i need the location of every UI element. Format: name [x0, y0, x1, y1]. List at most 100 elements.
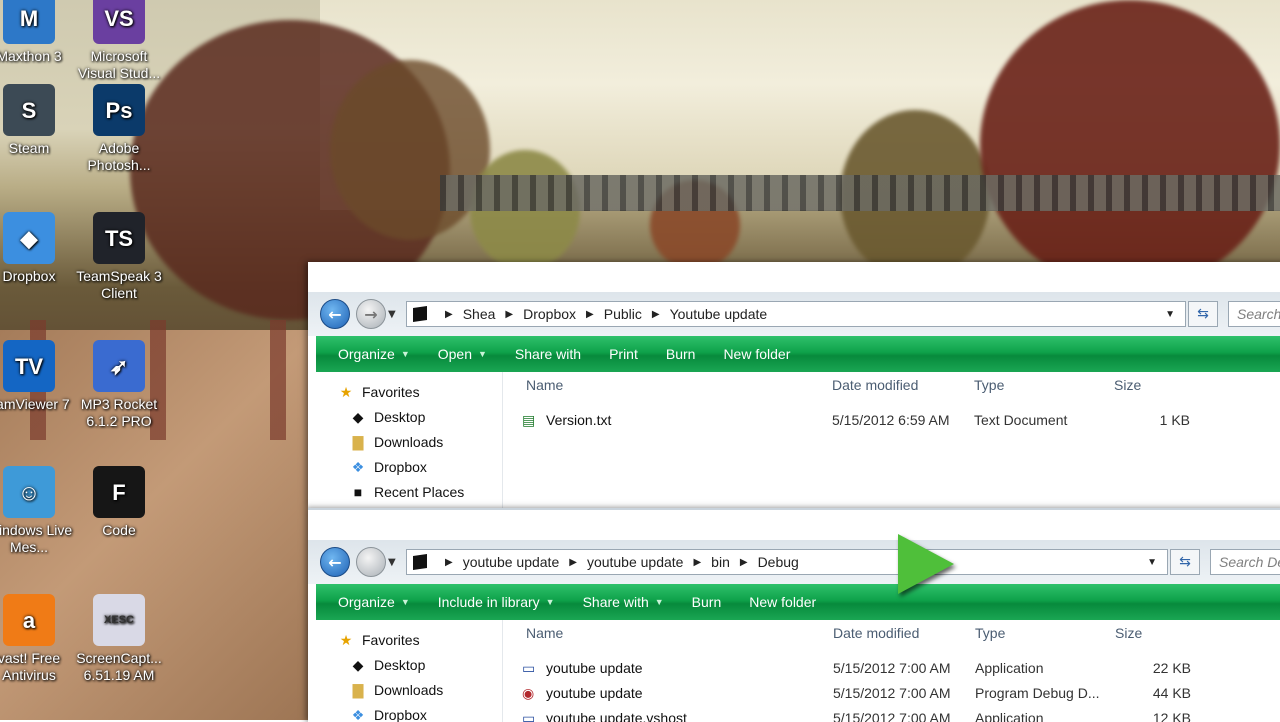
dropbox-icon: ❖ — [351, 458, 365, 475]
file-name: Version.txt — [546, 412, 612, 428]
desktop-shortcut[interactable]: ◆ Dropbox — [0, 212, 74, 285]
chevron-down-icon: ▼ — [654, 597, 664, 607]
application-icon: ▭ — [522, 660, 536, 676]
recent-pages-dropdown[interactable]: ▼ — [388, 309, 400, 320]
nav-item-desktop[interactable]: ◆ Desktop — [350, 656, 426, 674]
wallpaper-tree — [980, 0, 1280, 290]
toolbar-organize-button[interactable]: Organize ▼ — [316, 584, 424, 620]
desktop-shortcut[interactable]: F Code — [74, 466, 164, 539]
address-bar[interactable]: ▶ Shea ▶ Dropbox ▶ Public ▶ Youtube upda… — [406, 301, 1186, 327]
forward-button[interactable]: → — [356, 299, 386, 329]
toolbar-organize-button[interactable]: Organize ▼ — [316, 336, 424, 372]
back-button[interactable]: ← — [320, 547, 350, 577]
back-button[interactable]: ← — [320, 299, 350, 329]
file-row[interactable]: ◉ youtube update 5/15/2012 7:00 AM Program … — [516, 681, 1280, 705]
desktop-shortcut[interactable]: Ps Adobe Photosh... — [74, 84, 164, 174]
column-header-name[interactable]: Name — [526, 372, 563, 398]
chevron-right-icon: ▶ — [505, 308, 514, 320]
forward-arrow-icon: → — [364, 304, 378, 324]
toolbar-new-folder-button[interactable]: New folder — [735, 584, 830, 620]
desktop-shortcut[interactable]: S Steam — [0, 84, 74, 157]
chevron-right-icon: ▶ — [445, 556, 453, 568]
file-row[interactable]: ▭ youtube update 5/15/2012 7:00 AM Applicat… — [516, 656, 1280, 680]
window-body: ★ Favorites ◆ Desktop ▇ Downloads ❖ Dropbox ■ Rec… — [316, 372, 1280, 508]
column-header-type[interactable]: Type — [974, 372, 1004, 398]
desktop-shortcut[interactable]: a vast! Free Antivirus — [0, 594, 74, 684]
search-input[interactable]: Search Youtube update — [1228, 301, 1280, 327]
file-row[interactable]: ▤ Version.txt 5/15/2012 6:59 AM Text Docume… — [516, 408, 1280, 432]
breadcrumb-item[interactable]: Public — [604, 306, 642, 322]
refresh-button[interactable]: ⇆ — [1188, 301, 1218, 327]
toolbar-include-in-library-button[interactable]: Include in library ▼ — [424, 584, 569, 620]
toolbar-share-with-button[interactable]: Share with ▼ — [569, 584, 678, 620]
nav-item-label: Dropbox — [374, 459, 427, 475]
nav-item-downloads[interactable]: ▇ Downloads — [350, 434, 444, 451]
toolbar-new-folder-button[interactable]: New folder — [709, 336, 804, 372]
breadcrumb-item[interactable]: youtube update — [587, 554, 684, 570]
debug-database-icon: ◉ — [522, 685, 535, 701]
desktop-shortcut-label: Steam — [8, 140, 50, 156]
toolbar-burn-button[interactable]: Burn — [652, 336, 710, 372]
column-header-type[interactable]: Type — [975, 620, 1005, 646]
toolbar-button-label: Print — [609, 346, 638, 362]
wallpaper-bridge — [440, 175, 1280, 211]
nav-item-dropbox[interactable]: ❖ Dropbox — [350, 458, 427, 476]
column-header-name[interactable]: Name — [526, 620, 563, 646]
toolbar-print-button[interactable]: Print — [595, 336, 652, 372]
desktop-shortcut[interactable]: VS Microsoft Visual Stud... — [74, 0, 164, 82]
recent-pages-dropdown[interactable]: ▼ — [388, 557, 400, 568]
play-overlay-icon — [898, 534, 954, 594]
toolbar-open-button[interactable]: Open ▼ — [424, 336, 501, 372]
column-header-size[interactable]: Size — [1115, 620, 1142, 646]
explorer-window-youtube-update[interactable]: ← → ▼ ▶ Shea ▶ Dropbox ▶ Public ▶ Youtub… — [308, 262, 1280, 508]
chevron-down-icon: ▼ — [477, 349, 487, 359]
column-header-size[interactable]: Size — [1114, 372, 1141, 398]
desktop-shortcut[interactable]: TS TeamSpeak 3 Client — [74, 212, 164, 302]
forward-button[interactable] — [356, 547, 386, 577]
desktop-icon: ◆ — [352, 408, 364, 425]
file-name-cell: ▭ youtube update — [522, 656, 643, 680]
desktop-shortcut[interactable]: TV eamViewer 7 — [0, 340, 74, 413]
desktop-shortcut-label: MP3 Rocket 6.1.2 PRO — [80, 396, 158, 429]
star-icon: ★ — [339, 631, 353, 648]
explorer-window-debug[interactable]: ← ▼ ▶ youtube update ▶ youtube update ▶ … — [308, 508, 1280, 722]
desktop-icon: ◆ — [352, 656, 364, 673]
breadcrumb-item[interactable]: Shea — [463, 306, 496, 322]
nav-item-downloads[interactable]: ▇ Downloads — [350, 682, 444, 699]
column-header-date[interactable]: Date modified — [833, 620, 919, 646]
command-bar: Organize ▼ Include in library ▼ Share with ▼ B… — [316, 584, 1280, 620]
chevron-down-icon[interactable]: ▼ — [1165, 309, 1175, 320]
text-file-icon: ▤ — [522, 412, 536, 428]
column-header-date[interactable]: Date modified — [832, 372, 918, 398]
breadcrumb-item[interactable]: youtube update — [463, 554, 560, 570]
navigation-pane: ★ Favorites ◆ Desktop ▇ Downloads ❖ Dropbox ■ Rec… — [316, 372, 503, 508]
breadcrumb-item[interactable]: Dropbox — [523, 306, 576, 322]
refresh-icon: ⇆ — [1179, 554, 1191, 570]
file-date: 5/15/2012 7:00 AM — [833, 660, 951, 676]
nav-item-recent-places[interactable]: ■ Recent Places — [350, 484, 465, 500]
desktop-shortcut-label: Microsoft Visual Stud... — [77, 48, 161, 81]
chevron-right-icon: ▶ — [651, 308, 660, 320]
maxthon-icon: M — [3, 0, 55, 44]
breadcrumb-item[interactable]: Debug — [758, 554, 799, 570]
toolbar-burn-button[interactable]: Burn — [678, 584, 736, 620]
chevron-down-icon[interactable]: ▼ — [1147, 557, 1157, 568]
breadcrumb-item[interactable]: Youtube update — [670, 306, 768, 322]
address-bar[interactable]: ▶ youtube update ▶ youtube update ▶ bin … — [406, 549, 1168, 575]
desktop-shortcut[interactable]: M Maxthon 3 — [0, 0, 74, 65]
nav-item-favorites[interactable]: ★ Favorites — [338, 631, 420, 649]
search-input[interactable]: Search Debug — [1210, 549, 1280, 575]
breadcrumb-item[interactable]: bin — [711, 554, 730, 570]
nav-item-desktop[interactable]: ◆ Desktop — [350, 408, 426, 426]
file-name: youtube update — [546, 660, 643, 676]
breadcrumb: ▶ Shea ▶ Dropbox ▶ Public ▶ Youtube upda… — [435, 306, 767, 322]
mp3-rocket-icon: ➶ — [93, 340, 145, 392]
recent-places-icon: ■ — [353, 484, 363, 500]
desktop-shortcut[interactable]: XESC ScreenCapt... 6.51.19 AM — [74, 594, 164, 684]
toolbar-share-with-button[interactable]: Share with — [501, 336, 595, 372]
nav-item-favorites[interactable]: ★ Favorites — [338, 384, 420, 401]
desktop-shortcut[interactable]: ☺ Windows Live Mes... — [0, 466, 74, 556]
refresh-button[interactable]: ⇆ — [1170, 549, 1200, 575]
desktop-shortcut[interactable]: ➶ MP3 Rocket 6.1.2 PRO — [74, 340, 164, 430]
chevron-right-icon: ▶ — [739, 556, 748, 568]
